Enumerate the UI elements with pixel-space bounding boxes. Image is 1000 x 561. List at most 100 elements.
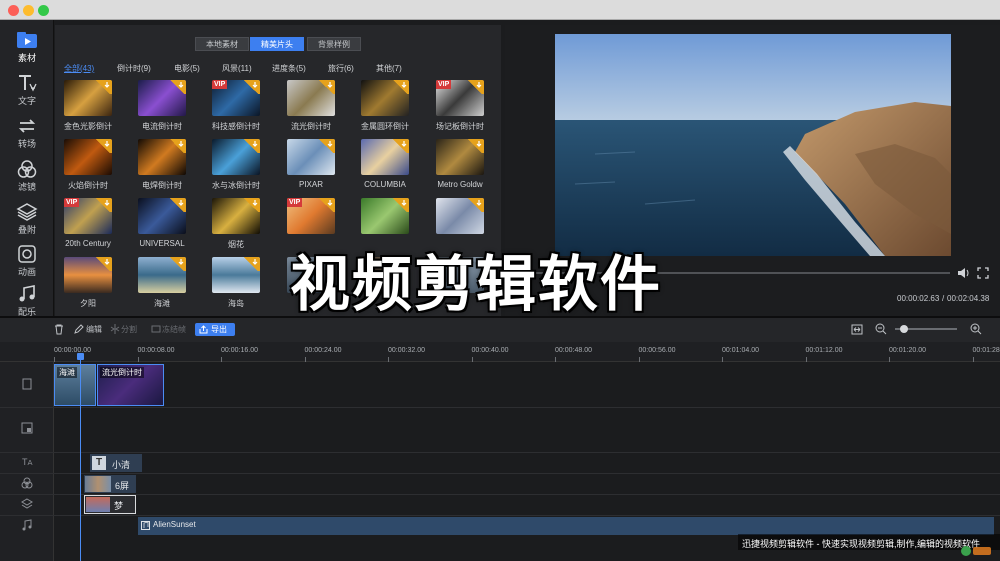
template-label: 金色光影倒计 xyxy=(64,122,112,131)
download-icon[interactable] xyxy=(168,198,186,212)
download-icon[interactable] xyxy=(242,139,260,153)
template-thumbnail[interactable] xyxy=(212,139,260,175)
template-thumbnail[interactable] xyxy=(287,80,335,116)
download-icon[interactable] xyxy=(317,80,335,94)
ruler-tick-mark xyxy=(972,357,974,362)
template-thumbnail[interactable] xyxy=(138,80,186,116)
template-thumbnail[interactable] xyxy=(361,139,409,175)
template-thumbnail[interactable] xyxy=(64,80,112,116)
template-thumbnail[interactable] xyxy=(436,139,484,175)
download-icon[interactable] xyxy=(168,139,186,153)
download-icon[interactable] xyxy=(466,198,484,212)
template-thumbnail[interactable]: VIP xyxy=(287,198,335,234)
sidebar-item-media[interactable]: 素材 xyxy=(0,28,54,68)
tab-backgrounds[interactable]: 背景样例 xyxy=(307,37,361,51)
vip-badge: VIP xyxy=(64,198,80,207)
download-icon[interactable] xyxy=(391,80,409,94)
category-scenery[interactable]: 风景(11) xyxy=(222,63,252,74)
filter-icon xyxy=(17,160,37,178)
volume-icon[interactable] xyxy=(957,267,971,279)
fullscreen-icon[interactable] xyxy=(977,267,989,279)
download-icon[interactable] xyxy=(242,257,260,271)
category-travel[interactable]: 旅行(6) xyxy=(328,63,354,74)
template-thumbnail[interactable] xyxy=(212,198,260,234)
close-window-button[interactable] xyxy=(8,5,19,16)
category-all[interactable]: 全部(43) xyxy=(64,63,94,74)
ruler-tick-mark xyxy=(221,357,222,362)
template-thumbnail[interactable] xyxy=(436,198,484,234)
sidebar-item-label: 文字 xyxy=(17,96,36,106)
sidebar-item-text[interactable]: 文字 xyxy=(0,71,54,111)
ruler-tick-mark xyxy=(555,357,556,362)
clip-beach[interactable]: 海滩 xyxy=(54,364,96,406)
template-thumbnail[interactable]: VIP xyxy=(64,198,112,234)
freeze-frame-button[interactable]: 冻结帧 xyxy=(162,324,186,335)
template-thumbnail[interactable] xyxy=(212,257,260,293)
sidebar-item-overlay[interactable]: 叠附 xyxy=(0,200,54,240)
download-icon[interactable] xyxy=(94,198,112,212)
template-label: 烟花 xyxy=(228,240,244,249)
edit-button[interactable]: 编辑 xyxy=(86,324,102,335)
download-icon[interactable] xyxy=(242,198,260,212)
download-icon[interactable] xyxy=(391,139,409,153)
download-icon[interactable] xyxy=(466,80,484,94)
template-thumbnail[interactable] xyxy=(138,257,186,293)
minimize-window-button[interactable] xyxy=(23,5,34,16)
category-countdown[interactable]: 倒计时(9) xyxy=(117,63,151,74)
template-thumbnail[interactable]: VIP xyxy=(436,80,484,116)
download-icon[interactable] xyxy=(391,198,409,212)
ruler-tick-label: 00:00:00.00 xyxy=(54,347,91,354)
download-icon[interactable] xyxy=(466,139,484,153)
zoom-slider-handle[interactable] xyxy=(900,325,908,333)
download-icon[interactable] xyxy=(94,139,112,153)
download-icon[interactable] xyxy=(317,198,335,212)
timeline-ruler[interactable]: 00:00:00.00 00:00:08.00 00:00:16.00 00:00:2… xyxy=(0,342,1000,362)
template-thumbnail[interactable] xyxy=(138,139,186,175)
download-icon[interactable] xyxy=(94,80,112,94)
sidebar-item-filter[interactable]: 滤镜 xyxy=(0,157,54,197)
playhead-handle[interactable] xyxy=(77,353,84,360)
ruler-tick-label: 00:01:04.00 xyxy=(722,347,759,354)
music-clip[interactable]: AlienSunset xyxy=(138,517,994,535)
split-button[interactable]: 分割 xyxy=(121,324,137,335)
template-thumbnail[interactable] xyxy=(138,198,186,234)
download-icon[interactable] xyxy=(168,80,186,94)
template-thumbnail[interactable]: VIP xyxy=(212,80,260,116)
zoom-in-icon[interactable] xyxy=(970,323,982,335)
clip-streamer-countdown[interactable]: 流光倒计时 xyxy=(97,364,164,406)
ruler-tick-label: 00:01:20.00 xyxy=(889,347,926,354)
sidebar-item-transition[interactable]: 转场 xyxy=(0,114,54,154)
export-icon xyxy=(199,325,208,334)
text-clip[interactable]: T 小清 xyxy=(90,454,142,472)
download-icon[interactable] xyxy=(168,257,186,271)
filter-clip[interactable]: 6屏 xyxy=(84,475,136,493)
category-other[interactable]: 其他(7) xyxy=(376,63,402,74)
sidebar-item-animation[interactable]: 动画 xyxy=(0,242,54,282)
edit-icon xyxy=(74,324,84,334)
delete-icon[interactable] xyxy=(54,324,64,335)
tab-local-media[interactable]: 本地素材 xyxy=(195,37,249,51)
export-button[interactable]: 导出 xyxy=(195,323,235,336)
template-label: 电焊倒计时 xyxy=(142,181,182,190)
template-thumbnail[interactable] xyxy=(361,80,409,116)
category-movie[interactable]: 电影(5) xyxy=(174,63,200,74)
playhead[interactable] xyxy=(80,356,81,561)
download-icon[interactable] xyxy=(242,80,260,94)
overlay-clip[interactable]: 梦 xyxy=(84,495,136,514)
zoom-out-icon[interactable] xyxy=(875,323,887,335)
template-thumbnail[interactable] xyxy=(361,198,409,234)
overlay-track-icon xyxy=(21,498,33,509)
template-label: UNIVERSAL xyxy=(139,239,185,248)
download-icon[interactable] xyxy=(94,257,112,271)
fit-timeline-icon[interactable] xyxy=(851,324,863,335)
download-icon[interactable] xyxy=(317,139,335,153)
template-thumbnail[interactable] xyxy=(64,139,112,175)
tab-intros[interactable]: 精美片头 xyxy=(250,37,304,51)
template-thumbnail[interactable] xyxy=(287,139,335,175)
music-clip-label: AlienSunset xyxy=(153,520,196,529)
sidebar-item-label: 转场 xyxy=(17,139,36,149)
category-progress[interactable]: 进度条(5) xyxy=(272,63,306,74)
zoom-window-button[interactable] xyxy=(38,5,49,16)
template-thumbnail[interactable] xyxy=(64,257,112,293)
export-label: 导出 xyxy=(211,325,227,334)
